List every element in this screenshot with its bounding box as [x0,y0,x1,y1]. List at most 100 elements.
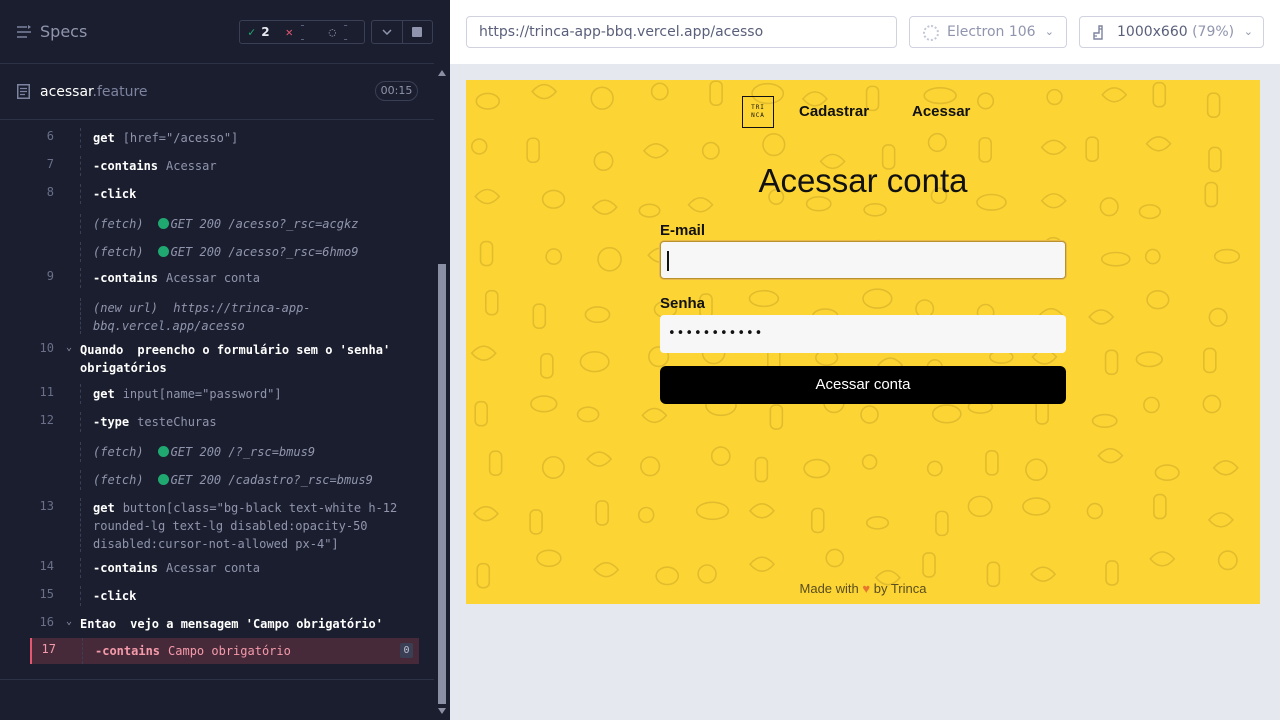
nav-cadastrar-link[interactable]: Cadastrar [799,103,869,120]
command-name: -click [93,589,137,603]
doodle-shape [471,138,488,155]
doodle-shape [1203,347,1217,374]
command-name: -contains [93,159,159,173]
doodle-shape [1101,86,1128,103]
doodle-shape [1154,464,1180,481]
doodle-shape [1022,497,1051,516]
stop-button[interactable] [401,21,432,43]
expand-button[interactable] [372,21,402,43]
step-description-cont: obrigatórios [80,361,167,375]
doodle-shape [748,503,776,519]
command-row[interactable]: 6 get [href="/acesso"] [30,128,419,148]
viewport-scale: (79%) [1192,24,1235,40]
doodle-shape [532,303,547,329]
command-row[interactable]: 15 -click [30,586,419,606]
command-row[interactable]: 11 get input[name="password"] [30,384,419,404]
nesting-guide [80,470,81,490]
failed-command-row[interactable]: 17 -contains Campo obrigatório 0 [30,638,419,664]
command-row[interactable]: 14 -contains Acessar conta [30,558,419,578]
doodle-shape [701,141,720,160]
doodle-shape [1213,248,1241,264]
password-field[interactable]: ••••••••••• [660,315,1066,353]
command-name: get [93,131,115,145]
line-number: 13 [39,499,54,513]
doodle-shape [593,561,620,578]
fetch-detail: GET 200 /acesso?_rsc=acgkz [170,217,359,231]
command-body: Quando preencho o formulário sem o 'senha… [80,341,415,377]
nav-acessar-link[interactable]: Acessar [912,103,970,120]
fetch-detail: GET 200 /?_rsc=bmus9 [170,445,316,459]
doodle-shape [637,506,655,524]
gherkin-step[interactable]: 10 ⌄ Quando preencho o formulário sem o 'se… [30,340,419,376]
fetch-label: (fetch) [93,473,144,487]
trinca-logo[interactable]: TRI NCA [742,96,774,128]
command-arg: Acessar conta [166,271,260,285]
command-log-scrollbar[interactable] [434,64,450,720]
command-row[interactable]: (new url) https://trinca-app-bbq.vercel.… [30,298,419,334]
command-arg-cont: rounded-lg text-lg disabled:opacity-50 [93,519,368,533]
nesting-guide [80,298,81,334]
browser-selector[interactable]: Electron 106 ⌄ [909,16,1067,48]
status-dot-icon [157,218,169,229]
doodle-shape [1100,251,1131,267]
scroll-down-arrow-icon[interactable] [438,708,446,714]
doodle-shape [1030,566,1057,582]
fetch-label: (fetch) [93,217,144,231]
password-label: Senha [660,295,706,312]
command-arg: button[class="bg-black text-white h-12 [122,501,398,515]
command-name: -contains [95,644,161,658]
spec-file-name[interactable]: acessar.feature [40,84,148,100]
command-row[interactable]: 12 -type testeChuras [30,412,419,432]
doodle-shape [1217,550,1238,571]
doodle-shape [810,507,825,534]
doodle-shape [1085,136,1099,162]
command-body: -click [93,587,413,605]
command-name: get [93,387,115,401]
doodle-shape [640,456,661,477]
line-number: 9 [46,269,54,283]
doodle-shape [861,454,878,470]
chevron-down-icon[interactable]: ⌄ [66,342,72,353]
doodle-shape [865,515,890,530]
doodle-shape [1088,309,1115,325]
nesting-guide [80,558,81,578]
doodle-shape [927,132,947,153]
viewport-selector[interactable]: 1000x660 (79%) ⌄ [1079,16,1264,48]
doodle-shape [710,446,731,467]
gherkin-step[interactable]: 16 ⌄ Entao vejo a mensagem 'Campo obrigatór… [30,614,419,634]
doodle-shape [597,246,622,272]
chevron-down-icon[interactable]: ⌄ [66,616,72,627]
command-row[interactable]: 7 -contains Acessar [30,156,419,176]
doodle-shape [862,288,893,309]
nesting-guide [80,242,81,262]
command-row[interactable]: 8 -click [30,184,419,204]
specs-header: Specs ✓ 2 ✕ -- ◌ -- [0,0,434,64]
email-field[interactable] [660,241,1066,279]
scroll-up-arrow-icon[interactable] [438,70,446,76]
submit-button[interactable]: Acessar conta [660,366,1066,404]
chevron-down-icon [382,29,392,35]
command-row[interactable]: 13 get button[class="bg-black text-white h… [30,498,419,552]
doodle-shape [1046,88,1063,106]
url-bar[interactable]: https://trinca-app-bbq.vercel.app/acesso [466,16,897,48]
doodle-shape [1040,139,1067,156]
command-row[interactable]: (fetch) GET 200 /?_rsc=bmus9 [30,442,419,462]
specs-title[interactable]: Specs [40,22,87,41]
command-row[interactable]: (fetch) GET 200 /acesso?_rsc=acgkz [30,214,419,234]
specs-list-icon[interactable] [16,24,32,40]
command-body: (new url) https://trinca-app-bbq.vercel.… [93,299,413,335]
fetch-label: (fetch) [93,445,144,459]
line-number: 17 [41,642,56,656]
text-caret [667,251,669,271]
scroll-thumb[interactable] [438,264,446,704]
command-row[interactable]: (fetch) GET 200 /cadastro?_rsc=bmus9 [30,470,419,490]
command-row[interactable]: 9 -contains Acessar conta [30,268,419,288]
email-label: E-mail [660,222,706,239]
doodle-shape [591,199,618,215]
command-arg: Acessar conta [166,561,260,575]
command-row[interactable]: (fetch) GET 200 /acesso?_rsc=6hmo9 [30,242,419,262]
command-body: get button[class="bg-black text-white h-1… [93,499,413,553]
doodle-shape [935,510,949,537]
doodle-shape [586,451,613,467]
doodle-shape [484,289,499,316]
